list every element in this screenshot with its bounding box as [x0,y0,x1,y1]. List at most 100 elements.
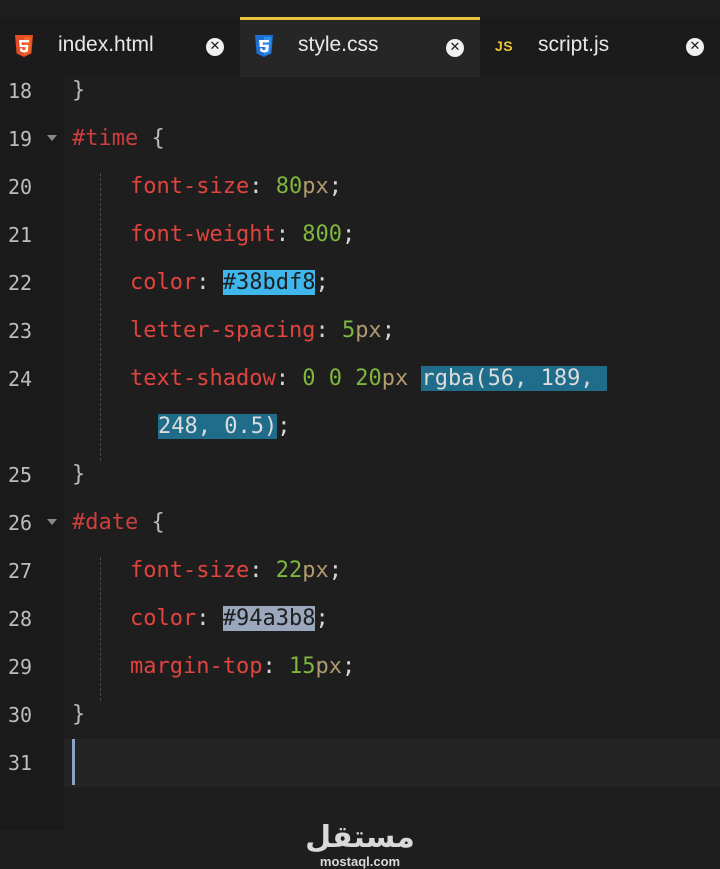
property: font-weight [130,222,276,247]
tab-label: style.css [298,33,379,56]
semicolon: ; [315,606,329,631]
line-number: 21 [8,223,33,247]
line-number: 29 [8,655,33,679]
brace: } [72,78,86,103]
property: margin-top [130,654,263,679]
tab-bar: index.html ✕ style.css ✕ JS script.js ✕ [0,17,720,77]
color-value-highlight: #94a3b8 [222,606,316,631]
css3-icon [254,34,274,58]
close-icon[interactable]: ✕ [206,38,224,56]
line-number: 27 [8,559,33,583]
code-line-27: font-size: 22px; [130,557,342,605]
colon: : [315,318,329,343]
line-number: 30 [8,703,33,727]
color-value-highlight: 248, 0.5) [158,414,278,439]
colon: : [275,366,289,391]
colon: : [196,270,210,295]
watermark-domain: mostaql.com [319,854,401,869]
color-value-highlight: rgba(56, 189, [421,366,594,391]
brace: { [151,126,165,151]
brace: { [151,510,165,535]
line-number: 18 [8,79,33,103]
fold-arrow-icon[interactable] [47,135,57,141]
code-line-29: margin-top: 15px; [130,653,355,701]
line-number: 22 [8,271,33,295]
close-icon[interactable]: ✕ [686,38,704,56]
property: color [130,270,197,295]
tab-label: script.js [538,33,610,56]
code-line-19: #time { [72,125,165,173]
number: 0 [328,366,342,391]
semicolon: ; [328,558,342,583]
colon: : [275,222,289,247]
code-line-28: color: #94a3b8; [130,605,329,653]
code-line-26: #date { [72,509,165,557]
js-badge: JS [494,38,514,54]
code-line-18: } [72,77,85,125]
brace: } [72,702,86,727]
colon: : [196,606,210,631]
js-icon: JS [494,34,514,58]
fold-arrow-icon[interactable] [47,519,57,525]
semicolon: ; [341,654,356,679]
close-icon[interactable]: ✕ [446,39,464,57]
unit: px [355,318,382,343]
property: letter-spacing [130,318,316,343]
property: font-size [130,174,250,199]
semicolon: ; [341,222,356,247]
property: font-size [130,558,250,583]
semicolon: ; [381,318,395,343]
code-line-25: } [72,461,85,509]
code-editor[interactable]: 18 19 20 21 22 23 24 25 26 27 28 29 30 3… [0,77,720,869]
semicolon: ; [328,174,342,199]
line-number: 25 [8,463,33,487]
selector: #time [72,126,139,151]
code-line-22: color: #38bdf8; [130,269,329,317]
line-number: 26 [8,511,33,535]
unit: px [302,558,329,583]
html5-icon [14,34,34,58]
tab-style-css[interactable]: style.css ✕ [240,17,480,77]
colon: : [249,558,263,583]
unit: px [302,174,329,199]
tab-index-html[interactable]: index.html ✕ [0,17,240,77]
selector: #date [72,510,139,535]
line-number: 23 [8,319,33,343]
semicolon: ; [315,270,329,295]
number: 22 [275,558,303,583]
tab-script-js[interactable]: JS script.js ✕ [480,17,720,77]
code-line-24-wrap: 248, 0.5); [158,413,290,461]
code-line-21: font-weight: 800; [130,221,355,269]
line-number: 28 [8,607,33,631]
line-number: 24 [8,367,33,391]
number: 15 [288,654,316,679]
unit: px [315,654,342,679]
code-line-20: font-size: 80px; [130,173,342,221]
colon: : [249,174,263,199]
property: text-shadow [130,366,276,391]
property: color [130,606,197,631]
mostaql-watermark: مستقل mostaql.com [300,822,420,869]
number: 800 [302,222,342,247]
number: 20 [355,366,382,391]
watermark-arabic: مستقل [305,820,415,855]
indent-guide [100,173,101,461]
tab-label: index.html [58,33,154,56]
current-line-highlight [64,739,720,787]
color-value-highlight: #38bdf8 [222,270,316,295]
line-number: 31 [8,751,33,775]
number: 80 [275,174,303,199]
color-value-highlight-pad [593,366,607,391]
code-line-24: text-shadow: 0 0 20px rgba(56, 189, [130,365,607,413]
window-top-strip [0,0,720,17]
text-cursor [72,739,75,785]
number: 0 [302,366,316,391]
number: 5 [341,318,356,343]
line-number: 19 [8,127,33,151]
colon: : [262,654,276,679]
brace: } [72,462,86,487]
indent-guide [100,557,101,701]
code-line-23: letter-spacing: 5px; [130,317,395,365]
line-number: 20 [8,175,33,199]
semicolon: ; [277,414,291,439]
